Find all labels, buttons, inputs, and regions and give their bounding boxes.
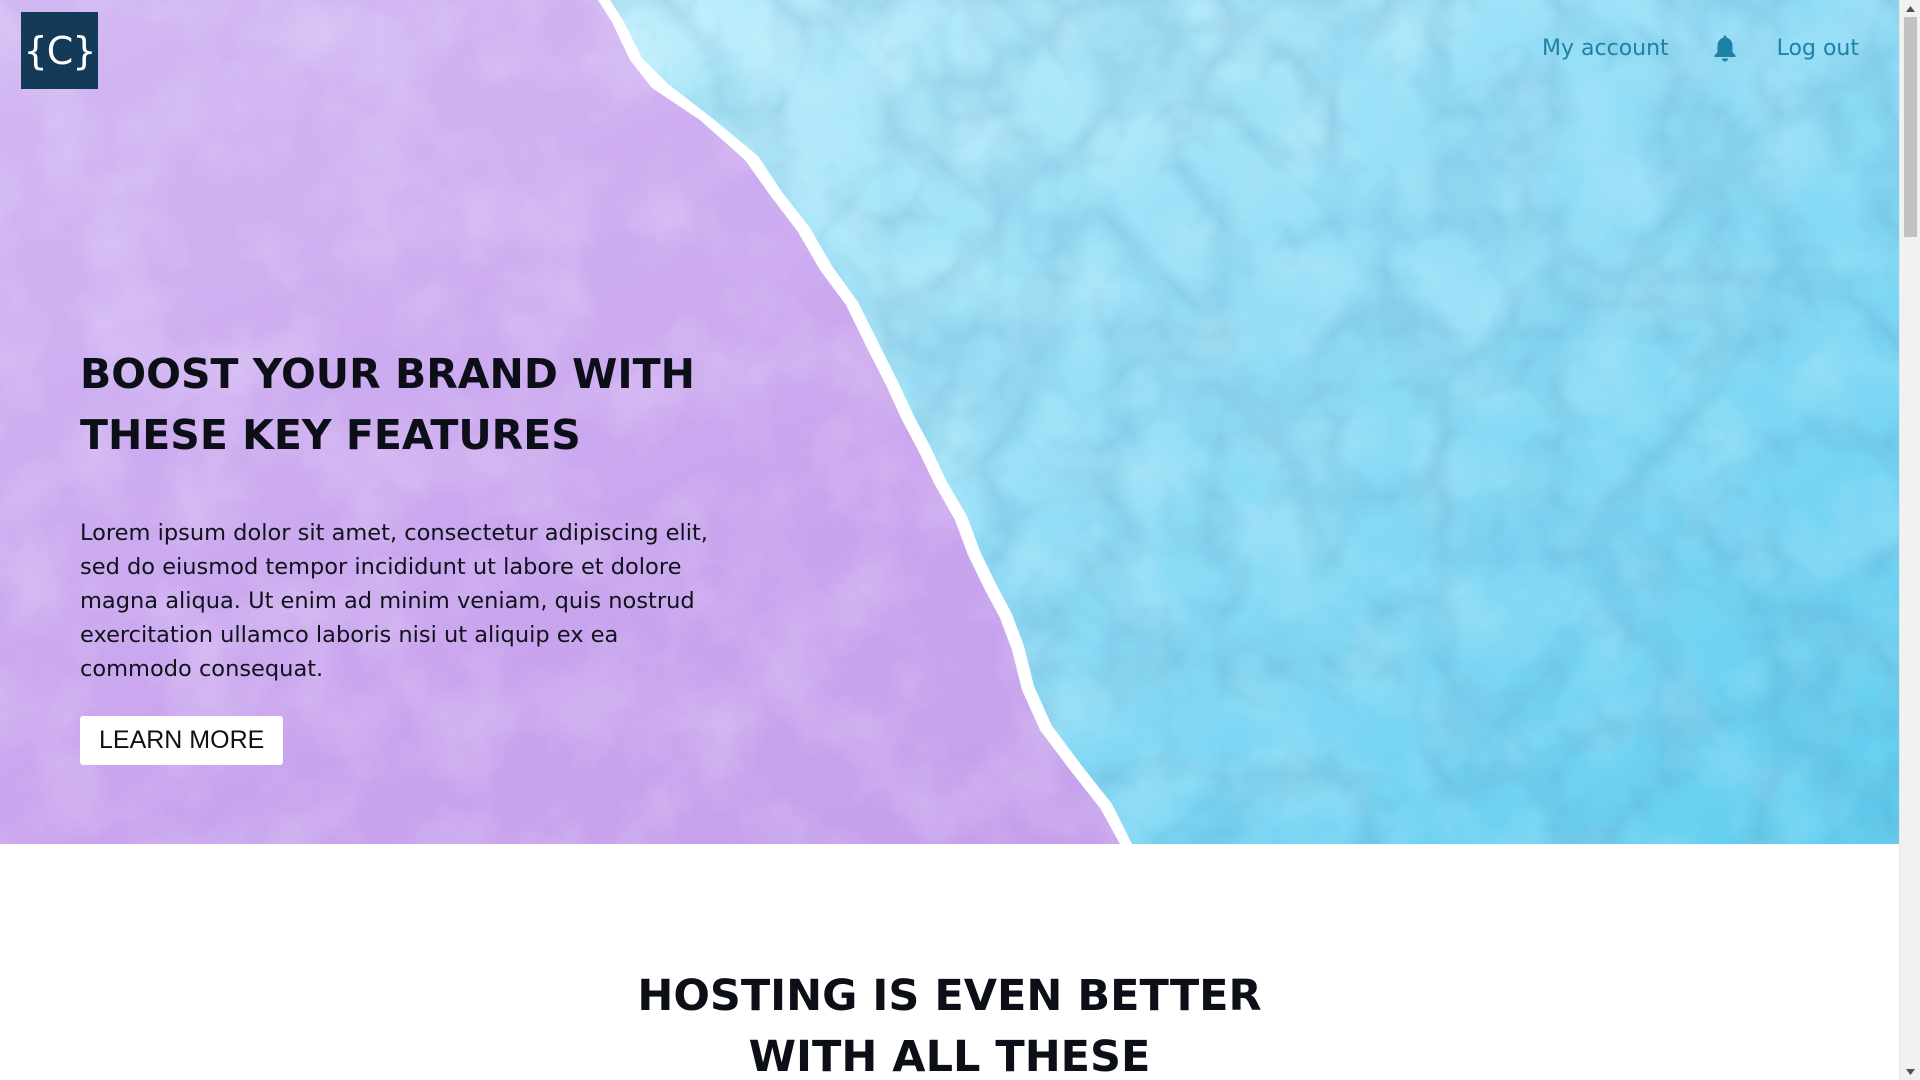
logo-text: {C} — [23, 28, 97, 73]
log-out-link[interactable]: Log out — [1777, 36, 1859, 61]
hero-content: BOOST YOUR BRAND WITH THESE KEY FEATURES… — [80, 344, 720, 765]
features-section: HOSTING IS EVEN BETTER WITH ALL THESE — [0, 844, 1899, 1080]
scroll-down-arrow-icon[interactable] — [1900, 1063, 1920, 1080]
hero-title-line1: BOOST YOUR BRAND WITH — [80, 350, 695, 398]
vertical-scrollbar[interactable] — [1899, 0, 1920, 1080]
hero-section: {C} My account Log out BOOST YOUR BRAND … — [0, 0, 1899, 844]
hero-title-line2: THESE KEY FEATURES — [80, 411, 581, 459]
features-title: HOSTING IS EVEN BETTER WITH ALL THESE — [0, 966, 1899, 1080]
page: {C} My account Log out BOOST YOUR BRAND … — [0, 0, 1899, 1080]
top-nav: My account Log out — [1542, 28, 1859, 68]
learn-more-button[interactable]: LEARN MORE — [80, 716, 284, 765]
scroll-up-arrow-icon[interactable] — [1900, 0, 1920, 17]
features-title-line2: WITH ALL THESE — [748, 1032, 1151, 1080]
hero-title: BOOST YOUR BRAND WITH THESE KEY FEATURES — [80, 344, 720, 466]
logo[interactable]: {C} — [21, 12, 98, 89]
scrollbar-thumb[interactable] — [1904, 17, 1917, 237]
my-account-link[interactable]: My account — [1542, 36, 1669, 61]
bell-icon[interactable] — [1711, 33, 1739, 63]
features-title-line1: HOSTING IS EVEN BETTER — [637, 971, 1262, 1021]
hero-description: Lorem ipsum dolor sit amet, consectetur … — [80, 520, 708, 682]
